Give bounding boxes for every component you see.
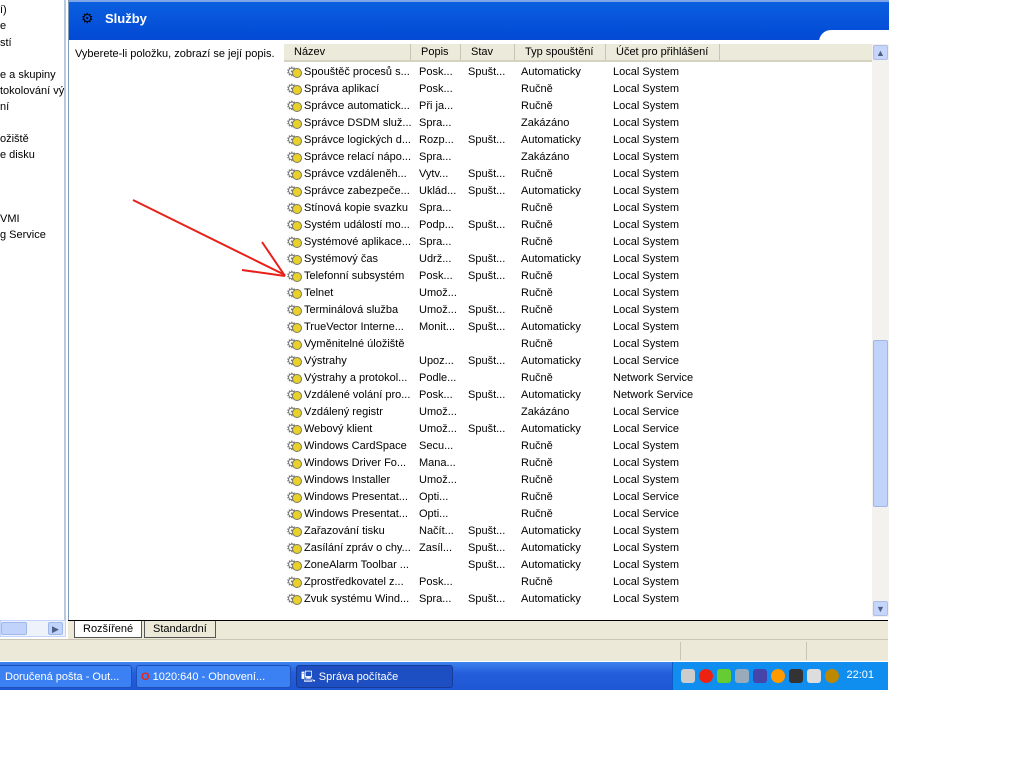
red-arrow-annotation: [132, 199, 286, 277]
